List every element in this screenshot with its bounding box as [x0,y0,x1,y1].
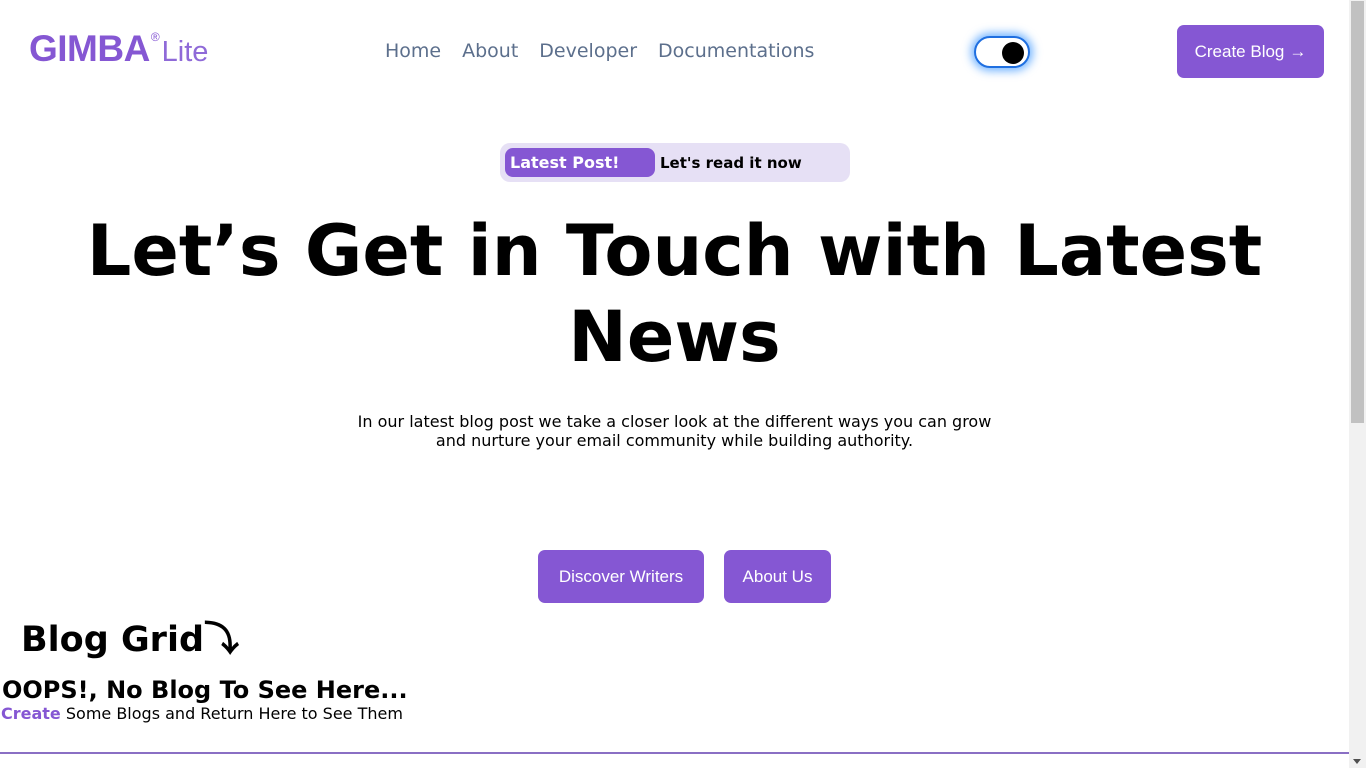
theme-toggle[interactable] [974,36,1030,68]
section-divider [0,752,1349,754]
vertical-scrollbar[interactable] [1349,0,1366,768]
nav-link-developer[interactable]: Developer [539,40,637,62]
hero-subtitle: In our latest blog post we take a closer… [357,412,992,450]
blog-grid-heading: Blog Grid⤵ [21,617,239,663]
empty-state-title: OOPS!, No Blog To See Here... [2,676,408,704]
arrow-down-curved-icon: ⤵ [204,620,240,660]
nav-link-about[interactable]: About [462,40,518,62]
create-blog-link[interactable]: Create [1,704,61,723]
latest-post-badge: Latest Post! [505,148,655,177]
logo-registered-mark: ® [150,30,160,44]
scrollbar-thumb[interactable] [1351,1,1364,423]
empty-state-text: Create Some Blogs and Return Here to See… [1,704,403,724]
latest-post-pill[interactable]: Latest Post! Let's read it now [500,143,850,182]
logo[interactable]: GIMBA ® Lite [29,28,208,70]
page: GIMBA ® Lite Home About Developer Docume… [0,0,1366,768]
nav-link-documentations[interactable]: Documentations [658,40,814,62]
nav-link-home[interactable]: Home [385,40,441,62]
blog-grid-title: Blog Grid [21,620,204,660]
logo-sub-text: Lite [161,36,209,68]
main-nav: Home About Developer Documentations [385,40,814,62]
discover-writers-button[interactable]: Discover Writers [538,550,704,603]
arrow-right-icon: → [1289,41,1307,61]
about-us-button[interactable]: About Us [724,550,831,603]
toggle-knob [1002,42,1024,64]
create-blog-label: Create Blog [1194,41,1285,61]
create-blog-button[interactable]: Create Blog → [1177,25,1324,78]
hero-title: Let’s Get in Touch with Latest News [86,210,1263,378]
scroll-down-arrow-icon[interactable] [1353,759,1361,764]
logo-main-text: GIMBA [29,28,150,69]
latest-post-text: Let's read it now [660,154,802,172]
empty-state-message: Some Blogs and Return Here to See Them [60,704,403,723]
